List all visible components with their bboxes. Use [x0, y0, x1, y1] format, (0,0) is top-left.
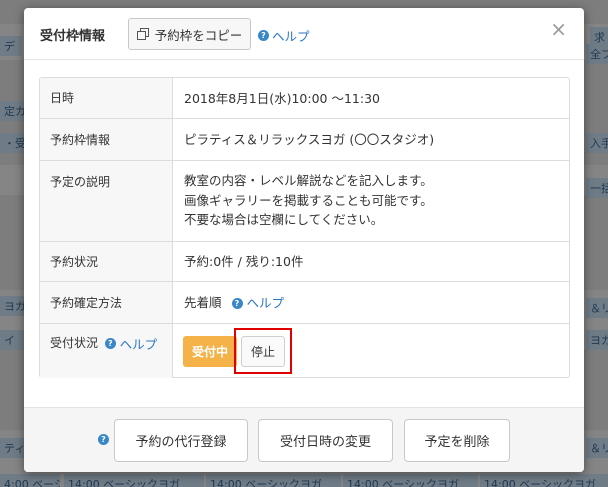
background-text: ヨガ [0, 296, 24, 316]
copy-icon [136, 28, 149, 40]
header-help-label: ヘルプ [272, 29, 310, 44]
background-text: ・受 [0, 133, 24, 153]
copy-slot-button[interactable]: 予約枠をコピー [128, 18, 251, 50]
method-help-label: ヘルプ [246, 295, 284, 311]
background-text: デ [0, 36, 22, 56]
row-datetime: 日時 2018年8月1日(水)10:00 ～11:30 [40, 78, 569, 119]
datetime-value: 2018年8月1日(水)10:00 ～11:30 [184, 91, 380, 106]
background-text: 14:00 ベーシックヨガ [480, 474, 608, 487]
method-help-link[interactable]: ? ヘルプ [231, 295, 284, 311]
row-reservation-status: 予約状況 予約:0件 / 残り:10件 [40, 242, 569, 282]
modal-footer: ? 予約の代行登録 受付日時の変更 予定を削除 [24, 407, 584, 472]
row-label: 日時 [40, 78, 173, 118]
background-text: イ [0, 330, 24, 350]
background-text: ＆リ [586, 298, 608, 318]
row-confirm-method: 予約確定方法 先着順 ? ヘルプ [40, 282, 569, 324]
confirm-method-value: 先着順 ? ヘルプ [184, 282, 559, 323]
background-text: 一括 [586, 178, 608, 198]
change-reception-time-button[interactable]: 受付日時の変更 [258, 419, 393, 462]
help-icon: ? [231, 298, 243, 309]
accept-help-link[interactable]: ? ヘルプ [104, 336, 158, 352]
background-text: 14:00 ベーシックヨガ [206, 474, 341, 487]
accept-help-label: ヘルプ [119, 337, 158, 352]
row-label: 受付状況 ? ヘルプ [40, 324, 173, 378]
copy-slot-label: 予約枠をコピー [154, 27, 243, 43]
modal-header: 受付枠情報 予約枠をコピー ? ヘルプ × [24, 8, 584, 60]
description-value: 教室の内容・レベル解説などを記入します。 画像ギャラリーを掲載することも可能です… [184, 161, 559, 241]
row-accept-status: 受付状況 ? ヘルプ 受付中 停止 [40, 324, 569, 378]
slot-detail-table: 日時 2018年8月1日(水)10:00 ～11:30 予約枠情報 ピラティス＆… [39, 77, 570, 378]
background-text: 求 [590, 27, 608, 47]
proxy-booking-button[interactable]: 予約の代行登録 [114, 419, 248, 462]
background-text: 14:00 ベーシックヨガ [343, 474, 478, 487]
description-line: 教室の内容・レベル解説などを記入します。 [184, 173, 433, 188]
background-text: 14:00 ベーシックヨガ [64, 474, 204, 487]
row-slot-info: 予約枠情報 ピラティス＆リラックスヨガ (〇〇スタジオ) [40, 119, 569, 161]
reservation-slot-modal: 受付枠情報 予約枠をコピー ? ヘルプ × 日時 2018年8月1日(水)10:… [24, 8, 584, 472]
highlight-annotation [234, 328, 292, 374]
delete-event-button[interactable]: 予定を削除 [404, 419, 510, 462]
reservation-status-value: 予約:0件 / 残り:10件 [184, 254, 304, 269]
background-text: 入手 [586, 133, 608, 153]
help-icon: ? [258, 30, 269, 41]
accepting-toggle-button[interactable]: 受付中 [183, 336, 237, 367]
description-line: 画像ギャラリーを掲載することも可能です。 [184, 192, 433, 208]
background-text: 4:00 ベーシックヨガ [0, 474, 60, 487]
header-help-link[interactable]: ? ヘルプ [258, 26, 310, 45]
row-label: 予約確定方法 [40, 282, 173, 323]
background-text: ヨガ [586, 330, 608, 350]
row-description: 予定の説明 教室の内容・レベル解説などを記入します。 画像ギャラリーを掲載するこ… [40, 161, 569, 242]
slot-info-value: ピラティス＆リラックスヨガ (〇〇スタジオ) [184, 132, 435, 147]
background-text: 定カ [0, 101, 24, 121]
row-label: 予約枠情報 [40, 119, 173, 160]
background-text: 全フ [586, 44, 608, 64]
help-icon[interactable]: ? [98, 434, 109, 445]
row-label: 予約状況 [40, 242, 173, 281]
description-line: 不要な場合は空欄にしてください。 [184, 212, 384, 227]
modal-title: 受付枠情報 [40, 29, 106, 44]
row-label: 予定の説明 [40, 161, 173, 241]
confirm-method-text: 先着順 [184, 295, 222, 310]
help-icon: ? [104, 338, 116, 349]
background-text: ティ [0, 438, 24, 458]
accept-status-label: 受付状況 [50, 336, 99, 350]
close-icon[interactable]: × [550, 19, 567, 39]
background-text: ＆リ [586, 438, 608, 458]
